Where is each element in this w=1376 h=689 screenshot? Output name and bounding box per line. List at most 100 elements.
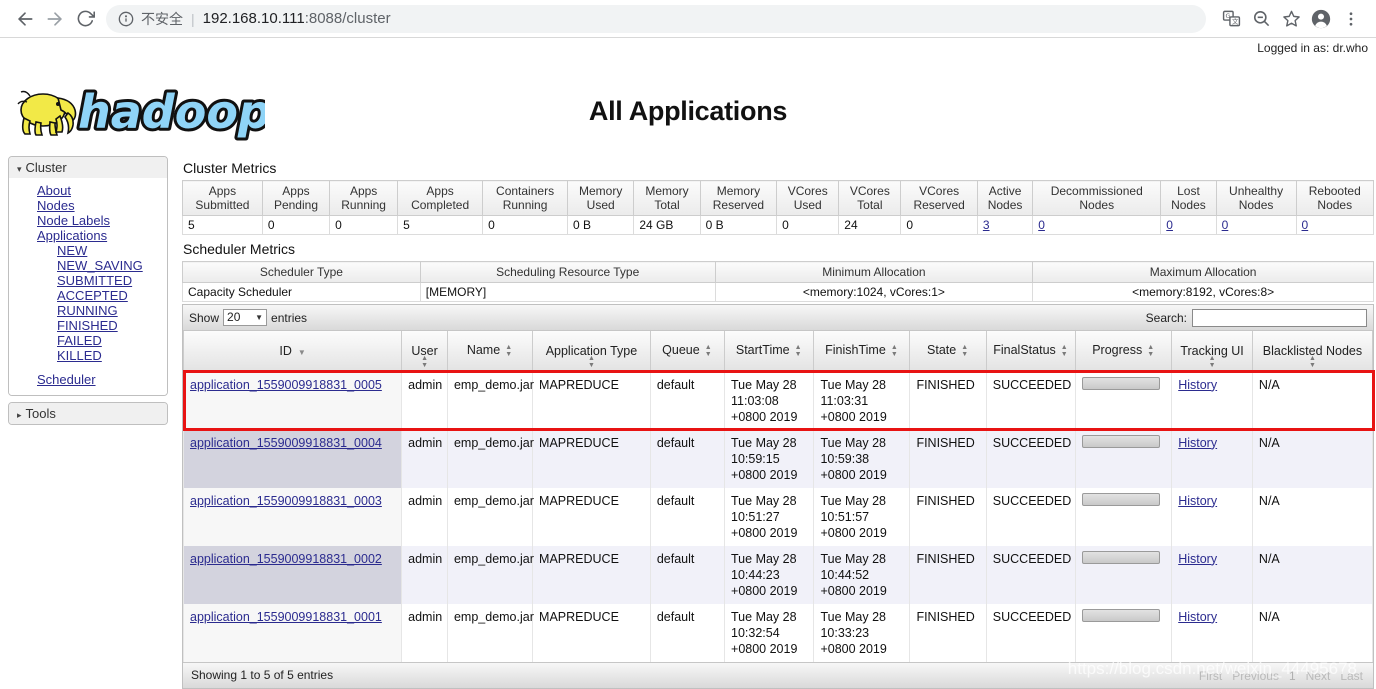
cluster-metric-link-12[interactable]: 0 bbox=[1038, 218, 1045, 232]
cell-name: emp_demo.jar bbox=[446, 603, 534, 662]
sidebar-state-finished[interactable]: FINISHED bbox=[9, 318, 167, 333]
cell-user: admin bbox=[401, 487, 448, 546]
sidebar-link-node-labels[interactable]: Node Labels bbox=[9, 213, 167, 228]
column-header-state[interactable]: State ▲ ▼ bbox=[909, 331, 987, 372]
cluster-metric-link-14[interactable]: 0 bbox=[1222, 218, 1229, 232]
cell-application-id[interactable]: application_1559009918831_0005 bbox=[182, 371, 403, 430]
column-header-starttime[interactable]: StartTime ▲ ▼ bbox=[724, 331, 815, 372]
column-header-progress[interactable]: Progress ▲ ▼ bbox=[1075, 331, 1173, 372]
sidebar-state-killed[interactable]: KILLED bbox=[9, 348, 167, 363]
pagination-last[interactable]: Last bbox=[1340, 669, 1363, 683]
account-avatar-icon[interactable] bbox=[1306, 4, 1336, 34]
column-header-queue[interactable]: Queue ▲ ▼ bbox=[649, 331, 726, 372]
cell-progress bbox=[1075, 429, 1173, 488]
sidebar-state-failed[interactable]: FAILED bbox=[9, 333, 167, 348]
sidebar-state-new[interactable]: NEW bbox=[9, 243, 167, 258]
table-row: application_1559009918831_0003 admin emp_d… bbox=[182, 487, 1374, 546]
sidebar-cluster-label: Cluster bbox=[25, 160, 67, 175]
cell-blacklisted-nodes: N/A bbox=[1251, 429, 1374, 488]
three-dot-menu-icon[interactable] bbox=[1336, 4, 1366, 34]
sort-toggle-icon: ▲ ▼ bbox=[1147, 344, 1155, 359]
sidebar-link-applications[interactable]: Applications bbox=[9, 228, 167, 243]
cell-progress bbox=[1075, 545, 1173, 604]
sidebar-cluster-header[interactable]: ▾ Cluster bbox=[9, 157, 167, 178]
cell-application-id[interactable]: application_1559009918831_0004 bbox=[182, 429, 403, 488]
cell-tracking-ui[interactable]: History bbox=[1171, 545, 1253, 604]
cluster-metric-header-3: Apps Completed bbox=[397, 180, 484, 216]
pagination-previous[interactable]: Previous bbox=[1232, 669, 1279, 683]
column-header-blacklisted-nodes[interactable]: Blacklisted Nodes ▲ ▼ bbox=[1251, 331, 1374, 372]
cell-final-status: SUCCEEDED bbox=[985, 371, 1077, 430]
back-arrow-icon[interactable] bbox=[10, 4, 40, 34]
column-header-finalstatus[interactable]: FinalStatus ▲ ▼ bbox=[985, 331, 1077, 372]
tracking-ui-link[interactable]: History bbox=[1178, 552, 1217, 566]
application-id-link[interactable]: application_1559009918831_0004 bbox=[190, 436, 382, 450]
zoom-out-icon[interactable] bbox=[1246, 4, 1276, 34]
cell-application-id[interactable]: application_1559009918831_0001 bbox=[182, 603, 403, 662]
cell-tracking-ui[interactable]: History bbox=[1171, 487, 1253, 546]
pagination-first[interactable]: First bbox=[1199, 669, 1222, 683]
info-circle-icon[interactable] bbox=[118, 11, 134, 27]
search-input[interactable] bbox=[1192, 308, 1367, 327]
page-length-control[interactable]: Show 20 ▼ entries bbox=[189, 309, 307, 326]
page-length-select[interactable]: 20 ▼ bbox=[223, 309, 268, 326]
application-id-link[interactable]: application_1559009918831_0001 bbox=[190, 610, 382, 624]
column-header-user[interactable]: User ▲ ▼ bbox=[401, 331, 448, 372]
column-header-name[interactable]: Name ▲ ▼ bbox=[446, 331, 534, 372]
cluster-metric-header-4: Containers Running bbox=[482, 180, 569, 216]
tracking-ui-link[interactable]: History bbox=[1178, 494, 1217, 508]
applications-header-row: ID ▼ User ▲ ▼ Name ▲ ▼ Application Type ▲ ▼ Queue ▲ ▼… bbox=[182, 331, 1374, 372]
forward-arrow-icon[interactable] bbox=[40, 4, 70, 34]
cluster-metric-value-11[interactable]: 3 bbox=[976, 215, 1034, 235]
sidebar-state-accepted[interactable]: ACCEPTED bbox=[9, 288, 167, 303]
application-id-link[interactable]: application_1559009918831_0002 bbox=[190, 552, 382, 566]
column-label: ID bbox=[279, 343, 292, 358]
scheduler-metrics-header-row: Scheduler Type Scheduling Resource Type Mi… bbox=[182, 261, 1374, 283]
cell-queue: default bbox=[649, 371, 726, 430]
column-header-id[interactable]: ID ▼ bbox=[182, 331, 403, 372]
sidebar-state-submitted[interactable]: SUBMITTED bbox=[9, 273, 167, 288]
cluster-metric-header-11: Active Nodes bbox=[976, 180, 1034, 216]
page-title: All Applications bbox=[588, 96, 788, 126]
column-header-finishtime[interactable]: FinishTime ▲ ▼ bbox=[813, 331, 911, 372]
cluster-metric-header-15: Rebooted Nodes bbox=[1295, 180, 1375, 216]
sidebar-tools-header[interactable]: ▸ Tools bbox=[9, 403, 167, 424]
cell-final-status: SUCCEEDED bbox=[985, 545, 1077, 604]
sidebar-state-new-saving[interactable]: NEW_SAVING bbox=[9, 258, 167, 273]
reload-icon[interactable] bbox=[70, 4, 100, 34]
sidebar-link-nodes[interactable]: Nodes bbox=[9, 198, 167, 213]
cluster-metric-link-13[interactable]: 0 bbox=[1166, 218, 1173, 232]
cell-tracking-ui[interactable]: History bbox=[1171, 603, 1253, 662]
cluster-metric-value-15[interactable]: 0 bbox=[1295, 215, 1375, 235]
sidebar-link-about[interactable]: About bbox=[9, 183, 167, 198]
tracking-ui-link[interactable]: History bbox=[1178, 436, 1217, 450]
translate-icon[interactable]: G文 bbox=[1216, 4, 1246, 34]
sidebar-state-running[interactable]: RUNNING bbox=[9, 303, 167, 318]
cell-queue: default bbox=[649, 429, 726, 488]
application-id-link[interactable]: application_1559009918831_0005 bbox=[190, 378, 382, 392]
cluster-metric-link-15[interactable]: 0 bbox=[1302, 218, 1309, 232]
cell-tracking-ui[interactable]: History bbox=[1171, 429, 1253, 488]
sidebar-link-scheduler[interactable]: Scheduler bbox=[9, 372, 167, 387]
column-header-application-type[interactable]: Application Type ▲ ▼ bbox=[532, 331, 651, 372]
column-header-tracking-ui[interactable]: Tracking UI ▲ ▼ bbox=[1171, 331, 1253, 372]
cell-user: admin bbox=[401, 545, 448, 604]
cluster-metric-value-14[interactable]: 0 bbox=[1215, 215, 1297, 235]
cluster-metric-value-6: 24 GB bbox=[633, 215, 701, 235]
svg-text:文: 文 bbox=[1231, 17, 1238, 26]
tracking-ui-link[interactable]: History bbox=[1178, 610, 1217, 624]
cell-application-id[interactable]: application_1559009918831_0002 bbox=[182, 545, 403, 604]
application-id-link[interactable]: application_1559009918831_0003 bbox=[190, 494, 382, 508]
cell-application-id[interactable]: application_1559009918831_0003 bbox=[182, 487, 403, 546]
pagination-page-1[interactable]: 1 bbox=[1289, 669, 1296, 683]
cluster-metric-link-11[interactable]: 3 bbox=[983, 218, 990, 232]
pagination-next[interactable]: Next bbox=[1306, 669, 1331, 683]
address-bar[interactable]: 不安全 | 192.168.10.111:8088/cluster bbox=[106, 4, 1206, 33]
table-row: application_1559009918831_0004 admin emp_d… bbox=[182, 429, 1374, 488]
cluster-metric-value-12[interactable]: 0 bbox=[1032, 215, 1162, 235]
tracking-ui-link[interactable]: History bbox=[1178, 378, 1217, 392]
cluster-metric-value-13[interactable]: 0 bbox=[1160, 215, 1217, 235]
cell-tracking-ui[interactable]: History bbox=[1171, 371, 1253, 430]
sort-toggle-icon: ▲ ▼ bbox=[1060, 344, 1068, 359]
star-icon[interactable] bbox=[1276, 4, 1306, 34]
